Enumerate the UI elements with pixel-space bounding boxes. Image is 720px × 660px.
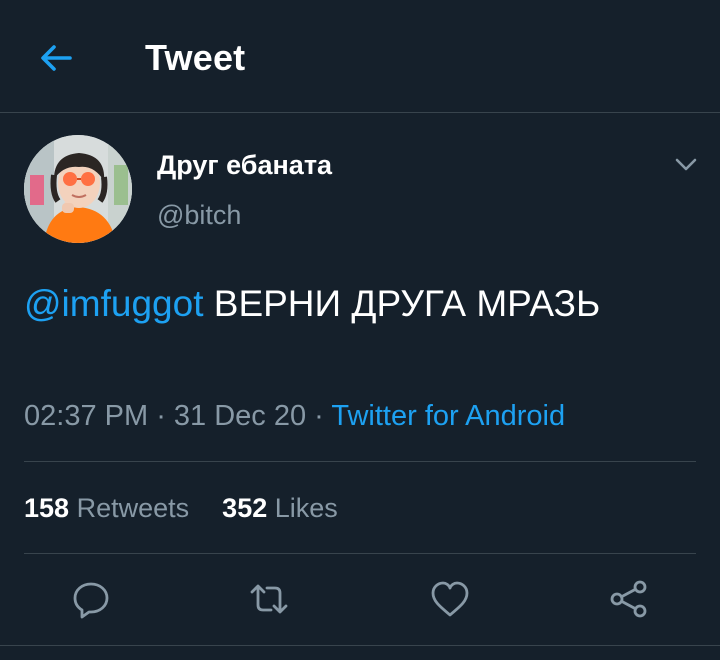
tweet-stats: 158 Retweets 352 Likes [24, 490, 338, 526]
divider [0, 645, 720, 646]
retweets-count: 158 [24, 493, 70, 523]
arrow-left-icon [41, 45, 72, 71]
reply-icon [73, 582, 109, 619]
more-options-button[interactable] [674, 153, 698, 177]
author-handle[interactable]: @bitch [157, 198, 241, 232]
likes-count: 352 [222, 493, 268, 523]
share-icon [610, 580, 647, 618]
tweet-text: @imfuggot ВЕРНИ ДРУГА МРАЗЬ [24, 276, 684, 332]
action-bar [0, 553, 720, 645]
retweets-stat[interactable]: 158 Retweets [24, 493, 189, 523]
retweets-label: Retweets [76, 493, 190, 523]
like-button[interactable] [430, 579, 470, 619]
likes-stat[interactable]: 352 Likes [222, 493, 338, 523]
page-title: Tweet [145, 37, 246, 78]
meta-separator: · [306, 400, 332, 432]
author-display-name[interactable]: Друг ебаната [157, 148, 332, 182]
share-button[interactable] [609, 579, 649, 619]
tweet-body: ВЕРНИ ДРУГА МРАЗЬ [203, 283, 601, 324]
tweet-date: 31 Dec 20 [173, 400, 307, 432]
tweet-meta: 02:37 PM · 31 Dec 20 · Twitter for Andro… [24, 398, 565, 434]
retweet-icon [250, 584, 288, 614]
tweet-time: 02:37 PM [24, 400, 149, 432]
likes-label: Likes [274, 493, 338, 523]
profile-photo [24, 135, 132, 243]
meta-separator: · [148, 400, 174, 432]
divider [24, 461, 696, 462]
avatar[interactable] [24, 135, 132, 243]
mention-link[interactable]: @imfuggot [24, 283, 203, 324]
back-button[interactable] [36, 38, 76, 78]
chevron-down-icon [675, 158, 697, 171]
tweet-source-link[interactable]: Twitter for Android [331, 400, 565, 432]
tweet-detail-screen: Tweet Друг ебаната @bitch @imfuggot ВЕРН… [0, 0, 720, 660]
retweet-button[interactable] [249, 579, 289, 619]
reply-button[interactable] [71, 579, 111, 619]
top-bar: Tweet [0, 0, 720, 113]
heart-icon [431, 581, 469, 617]
